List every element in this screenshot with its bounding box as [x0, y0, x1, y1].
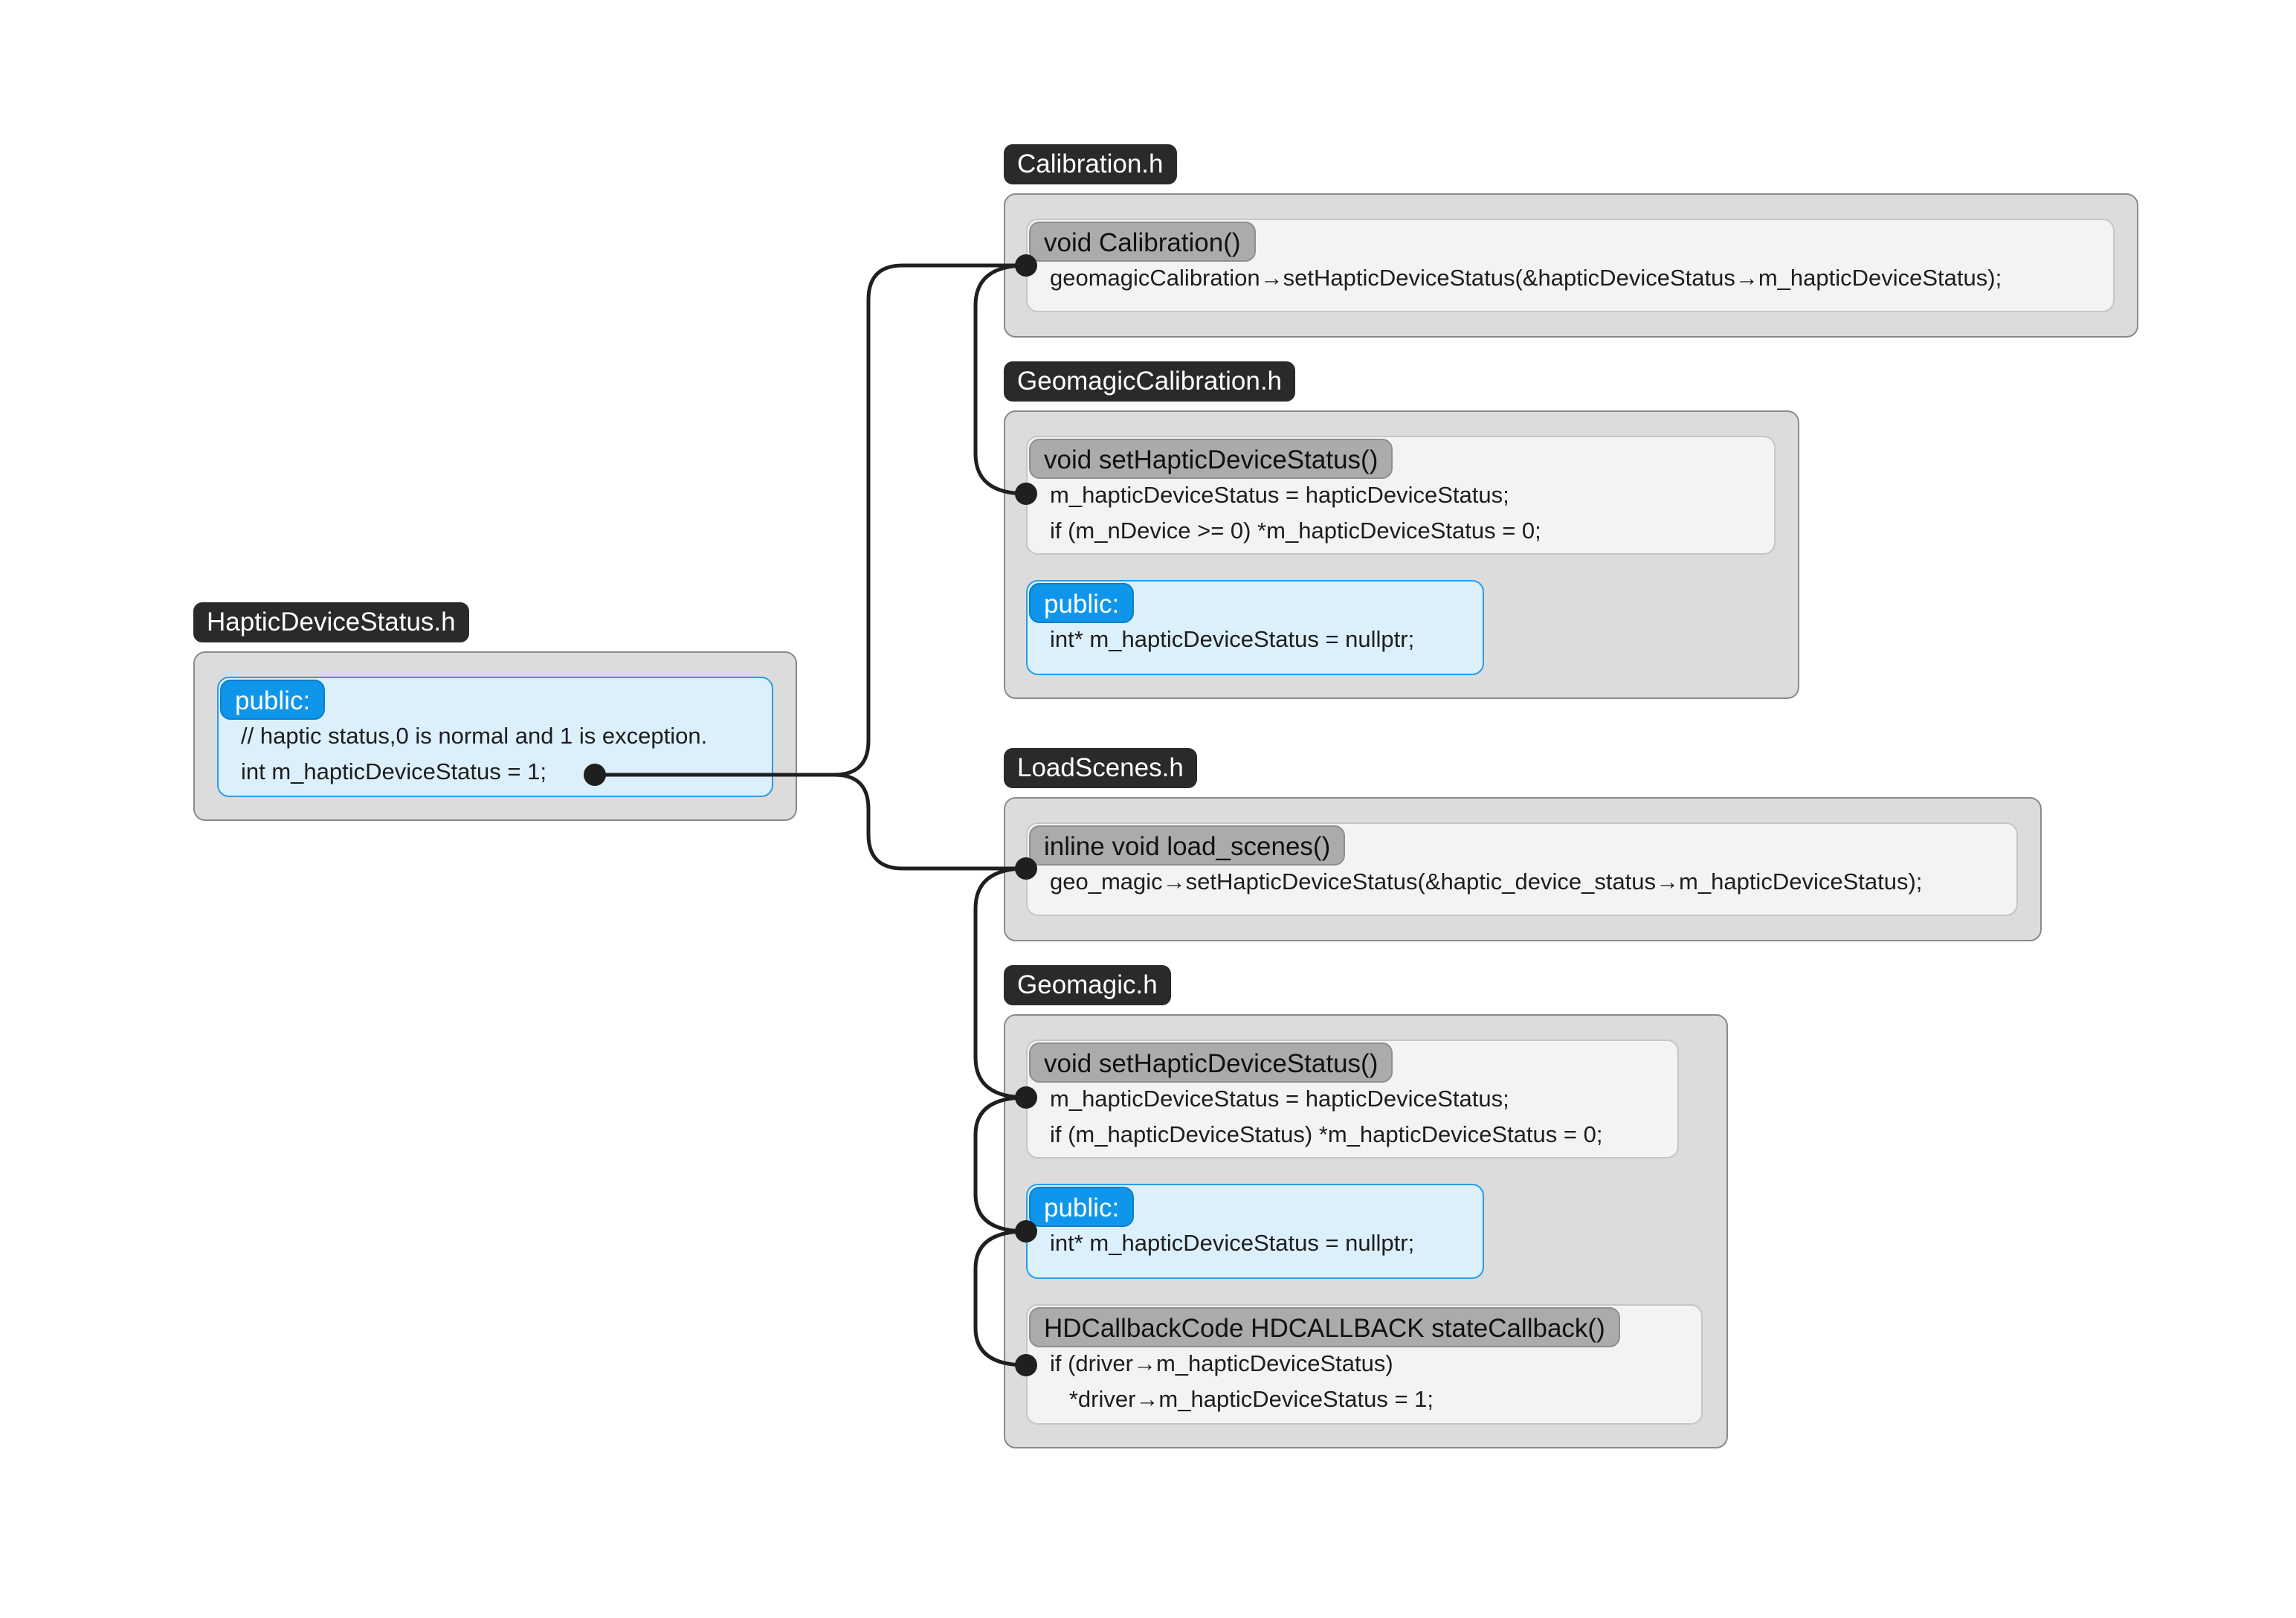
public-block-geomagic[interactable]: public: int* m_hapticDeviceStatus = null…: [1026, 1184, 1484, 1279]
function-block-sethapticdevicestatus[interactable]: void setHapticDeviceStatus() m_hapticDev…: [1026, 436, 1776, 555]
code-line: int m_hapticDeviceStatus = 1;: [241, 758, 546, 784]
function-block-load-scenes[interactable]: inline void load_scenes() geo_magic→setH…: [1026, 822, 2018, 916]
public-label: public:: [220, 680, 326, 720]
function-label: void setHapticDeviceStatus(): [1029, 1042, 1393, 1083]
code-line: int* m_hapticDeviceStatus = nullptr;: [1050, 626, 1415, 652]
code-line: if (m_hapticDeviceStatus) *m_hapticDevic…: [1050, 1121, 1603, 1147]
function-label: void Calibration(): [1029, 222, 1256, 262]
function-block-sethapticdevicestatus[interactable]: void setHapticDeviceStatus() m_hapticDev…: [1026, 1040, 1679, 1158]
code-line: *driver→m_hapticDeviceStatus = 1;: [1050, 1386, 1434, 1412]
code-line: if (m_nDevice >= 0) *m_hapticDeviceStatu…: [1050, 518, 1541, 544]
code-line: // haptic status,0 is normal and 1 is ex…: [241, 723, 708, 749]
file-label-geomagic-h[interactable]: Geomagic.h: [1004, 965, 1171, 1005]
file-label-calibration-h[interactable]: Calibration.h: [1004, 144, 1177, 184]
code-line: m_hapticDeviceStatus = hapticDeviceStatu…: [1050, 482, 1509, 508]
code-line: int* m_hapticDeviceStatus = nullptr;: [1050, 1230, 1415, 1256]
function-label: HDCallbackCode HDCALLBACK stateCallback(…: [1029, 1307, 1620, 1347]
function-block-statecallback[interactable]: HDCallbackCode HDCALLBACK stateCallback(…: [1026, 1304, 1703, 1425]
public-label: public:: [1029, 583, 1135, 623]
code-line: if (driver→m_hapticDeviceStatus): [1050, 1350, 1393, 1376]
file-label-loadscenes-h[interactable]: LoadScenes.h: [1004, 748, 1197, 788]
code-line: m_hapticDeviceStatus = hapticDeviceStatu…: [1050, 1086, 1509, 1112]
function-label: inline void load_scenes(): [1029, 825, 1346, 866]
file-label-hapticdevicestatus-h[interactable]: HapticDeviceStatus.h: [193, 602, 469, 642]
public-block-geomagiccalibration[interactable]: public: int* m_hapticDeviceStatus = null…: [1026, 580, 1484, 675]
public-block-hapticdevicestatus[interactable]: public: // haptic status,0 is normal and…: [217, 677, 773, 797]
public-label: public:: [1029, 1187, 1135, 1227]
file-label-geomagiccalibration-h[interactable]: GeomagicCalibration.h: [1004, 361, 1296, 402]
function-block-calibration[interactable]: void Calibration() geomagicCalibration→s…: [1026, 219, 2115, 312]
code-line: geo_magic→setHapticDeviceStatus(&haptic_…: [1050, 868, 1923, 895]
function-label: void setHapticDeviceStatus(): [1029, 439, 1393, 479]
code-line: geomagicCalibration→setHapticDeviceStatu…: [1050, 265, 2002, 291]
